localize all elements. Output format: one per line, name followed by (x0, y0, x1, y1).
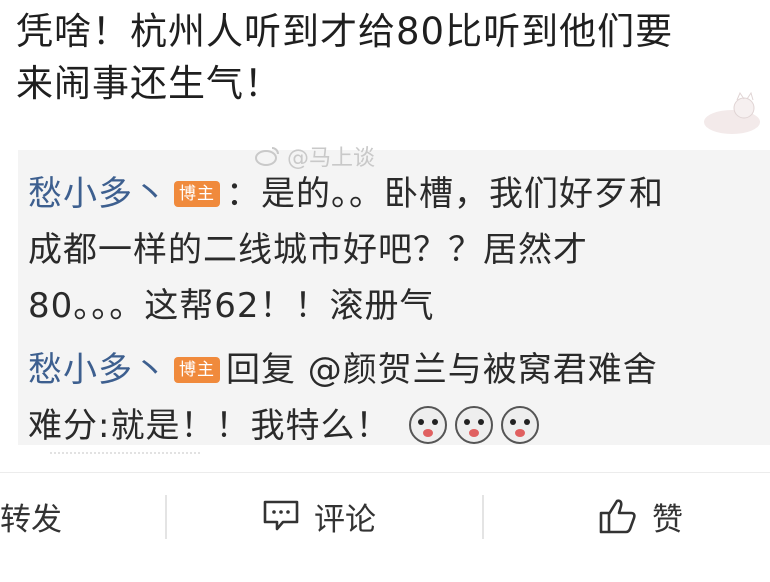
action-separator (165, 495, 167, 539)
blogger-badge: 博主 (174, 357, 220, 383)
comment-username[interactable]: 愁小多丶 (28, 174, 168, 214)
comment-label: 评论 (314, 501, 376, 538)
repost-button[interactable]: 转发 (0, 491, 62, 541)
comment-text: 回复 @颜贺兰与被窝君难舍 (226, 350, 658, 390)
comment-text: ：是的。。卧槽，我们好歹和 (226, 174, 664, 214)
post-line-1: 凭啥！杭州人听到才给80比听到他们要 (16, 10, 674, 53)
post-line-2: 来闹事还生气！ (16, 62, 282, 105)
comment-text: 难分:就是！！我特么！ (28, 406, 391, 446)
comment-button[interactable]: 评论 (262, 491, 376, 541)
comment-icon (263, 500, 299, 531)
thumbs-up-icon (599, 499, 636, 534)
post-text: 凭啥！杭州人听到才给80比听到他们要 来闹事还生气！ (16, 6, 716, 110)
husky-emoji-icon (409, 406, 448, 444)
comment-item[interactable]: 愁小多丶 博主 ：是的。。卧槽，我们好歹和 成都一样的二线城市好吧？？居然才 80。… (28, 166, 728, 334)
husky-emoji-icon (501, 406, 540, 444)
comment-text: 80。。。这帮62！！滚册气 (28, 286, 435, 326)
comment-username[interactable]: 愁小多丶 (28, 350, 168, 390)
like-label: 赞 (652, 501, 683, 538)
repost-label: 转发 (0, 501, 62, 538)
husky-emoji-icon (455, 406, 494, 444)
blogger-badge: 博主 (174, 181, 220, 207)
like-button[interactable]: 赞 (598, 491, 683, 541)
action-separator (482, 495, 484, 539)
weibo-icon (255, 147, 279, 166)
divider (50, 452, 200, 454)
comment-item[interactable]: 愁小多丶 博主 回复 @颜贺兰与被窝君难舍 难分:就是！！我特么！ (28, 342, 728, 454)
comment-text: 成都一样的二线城市好吧？？居然才 (28, 230, 588, 270)
action-bar: 转发 评论 赞 (0, 472, 770, 563)
cat-sticker-icon (704, 91, 760, 134)
